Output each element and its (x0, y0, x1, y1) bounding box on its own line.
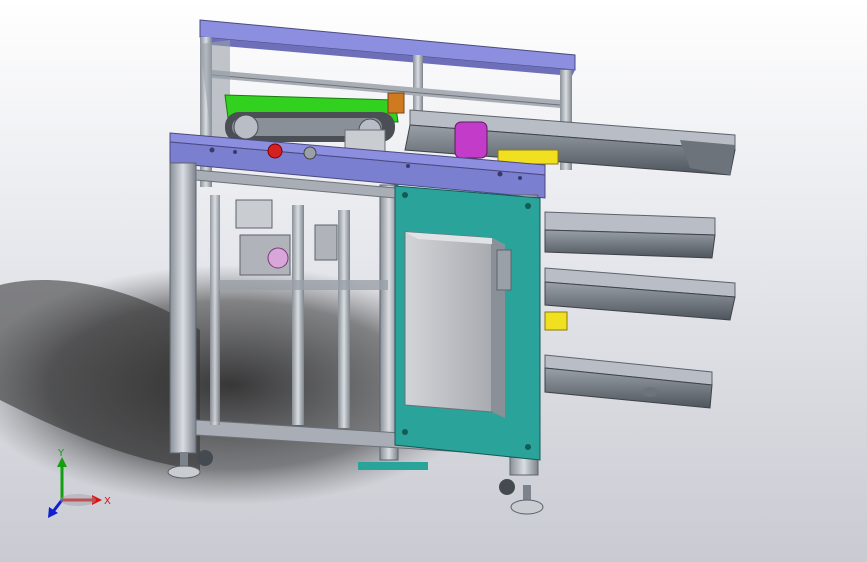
rail-lower-right[interactable] (544, 354, 713, 409)
y-axis-label: Y (57, 448, 65, 459)
cad-viewport[interactable]: Y X (0, 0, 867, 562)
coordinate-triad: Y X (48, 448, 111, 518)
rail-middle-right[interactable] (544, 267, 736, 331)
machine-3d-model[interactable] (0, 0, 867, 562)
rail-upper-right[interactable] (544, 211, 716, 259)
x-axis-label: X (104, 496, 111, 507)
electrical-box[interactable] (404, 231, 512, 418)
